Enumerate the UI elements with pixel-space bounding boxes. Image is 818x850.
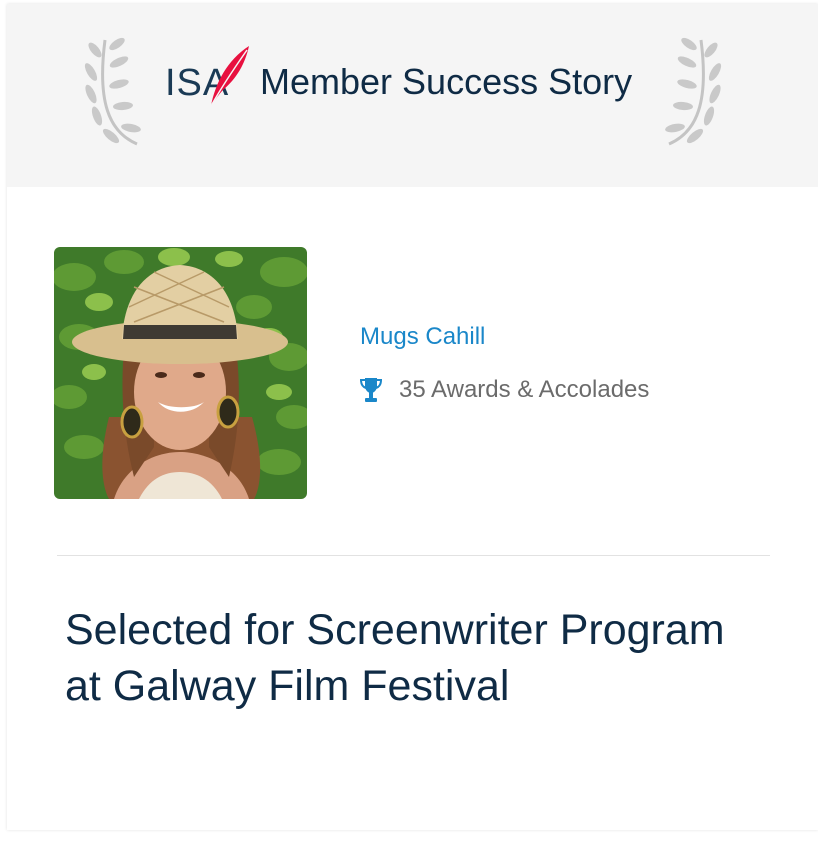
member-name-link[interactable]: Mugs Cahill (360, 325, 485, 349)
member-photo[interactable] (54, 247, 307, 499)
story-headline: Selected for Screenwriter Program at Gal… (65, 606, 725, 710)
member-photo-image (54, 247, 307, 499)
quill-feather-icon (210, 46, 249, 107)
header-banner: ISA Member Success Story (7, 4, 818, 187)
trophy-icon (360, 378, 382, 402)
logo-letters: IS (165, 62, 203, 104)
laurel-left-icon (84, 37, 141, 146)
awards-count-label: 35 Awards & Accolades (399, 376, 650, 403)
success-story-card: ISA Member Success Story Mugs Cahill 35 … (7, 4, 818, 830)
divider (57, 555, 770, 556)
isa-logo[interactable]: ISA (165, 44, 249, 108)
laurel-right-icon (665, 37, 722, 146)
awards-row: 35 Awards & Accolades (360, 375, 649, 405)
page-title: Member Success Story (260, 61, 633, 102)
